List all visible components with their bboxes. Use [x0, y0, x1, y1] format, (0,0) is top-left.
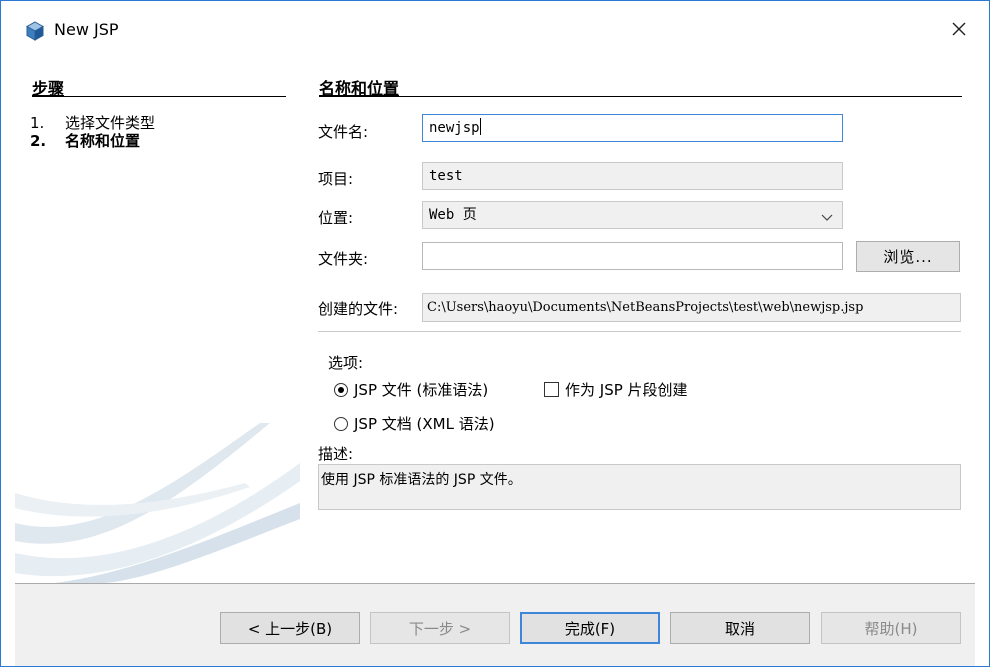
cancel-button[interactable]: 取消	[670, 612, 810, 644]
step-number: 2.	[30, 132, 47, 150]
decorative-swoosh	[15, 423, 300, 583]
radio-jsp-file[interactable]: JSP 文件 (标准语法)	[334, 379, 488, 400]
step-label: 名称和位置	[65, 132, 141, 150]
window-title: New JSP	[54, 20, 119, 39]
new-jsp-dialog: New JSP 步骤 1. 选择文件类型 2. 名称和位置 名称和位置 文件名:…	[0, 0, 990, 667]
checkbox-fragment-label: 作为 JSP 片段创建	[565, 381, 688, 399]
chevron-down-icon	[820, 207, 834, 228]
file-name-label: 文件名:	[318, 123, 369, 141]
file-name-value: newjsp	[429, 120, 480, 136]
steps-panel: 步骤 1. 选择文件类型 2. 名称和位置	[15, 61, 300, 583]
location-label: 位置:	[318, 209, 354, 227]
radio-jsp-file-label: JSP 文件 (标准语法)	[354, 381, 489, 399]
step-number: 1.	[30, 114, 45, 132]
back-button[interactable]: < 上一步(B)	[220, 612, 360, 644]
browse-button[interactable]: 浏览...	[856, 241, 960, 272]
location-select[interactable]: Web 页	[422, 201, 843, 229]
folder-input[interactable]	[422, 242, 843, 270]
step-label: 选择文件类型	[65, 114, 156, 132]
created-file-field: C:\Users\haoyu\Documents\NetBeansProject…	[422, 293, 961, 322]
close-icon	[951, 21, 967, 41]
options-divider	[318, 331, 961, 332]
netbeans-cube-icon	[25, 21, 45, 41]
title-bar: New JSP	[1, 1, 989, 61]
created-file-label: 创建的文件:	[318, 300, 399, 318]
project-label: 项目:	[318, 170, 354, 188]
close-button[interactable]	[941, 13, 977, 49]
steps-divider	[32, 96, 286, 97]
radio-selected-icon	[334, 382, 348, 397]
finish-button[interactable]: 完成(F)	[520, 612, 660, 644]
radio-jsp-document[interactable]: JSP 文档 (XML 语法)	[334, 413, 495, 434]
options-label: 选项:	[328, 354, 364, 372]
next-button[interactable]: 下一步 >	[370, 612, 510, 644]
help-button[interactable]: 帮助(H)	[821, 612, 961, 644]
step-item-select-type: 1. 选择文件类型	[30, 114, 155, 132]
description-box: 使用 JSP 标准语法的 JSP 文件。	[318, 464, 961, 510]
text-caret	[479, 118, 481, 135]
radio-unselected-icon	[334, 416, 348, 431]
file-name-input[interactable]: newjsp	[422, 114, 843, 142]
radio-jsp-document-label: JSP 文档 (XML 语法)	[354, 415, 495, 433]
folder-label: 文件夹:	[318, 250, 369, 268]
description-label: 描述:	[318, 445, 354, 463]
name-location-panel: 名称和位置 文件名: newjsp 项目: test 位置: Web 页 文件夹…	[301, 61, 975, 583]
step-item-name-location: 2. 名称和位置	[30, 132, 155, 150]
project-field: test	[422, 162, 843, 190]
location-value: Web 页	[429, 207, 477, 223]
steps-list: 1. 选择文件类型 2. 名称和位置	[30, 114, 155, 150]
button-bar: < 上一步(B) 下一步 > 完成(F) 取消 帮助(H)	[15, 583, 975, 666]
checkbox-unchecked-icon	[544, 382, 559, 397]
section-divider	[319, 96, 962, 97]
checkbox-fragment[interactable]: 作为 JSP 片段创建	[544, 379, 688, 400]
